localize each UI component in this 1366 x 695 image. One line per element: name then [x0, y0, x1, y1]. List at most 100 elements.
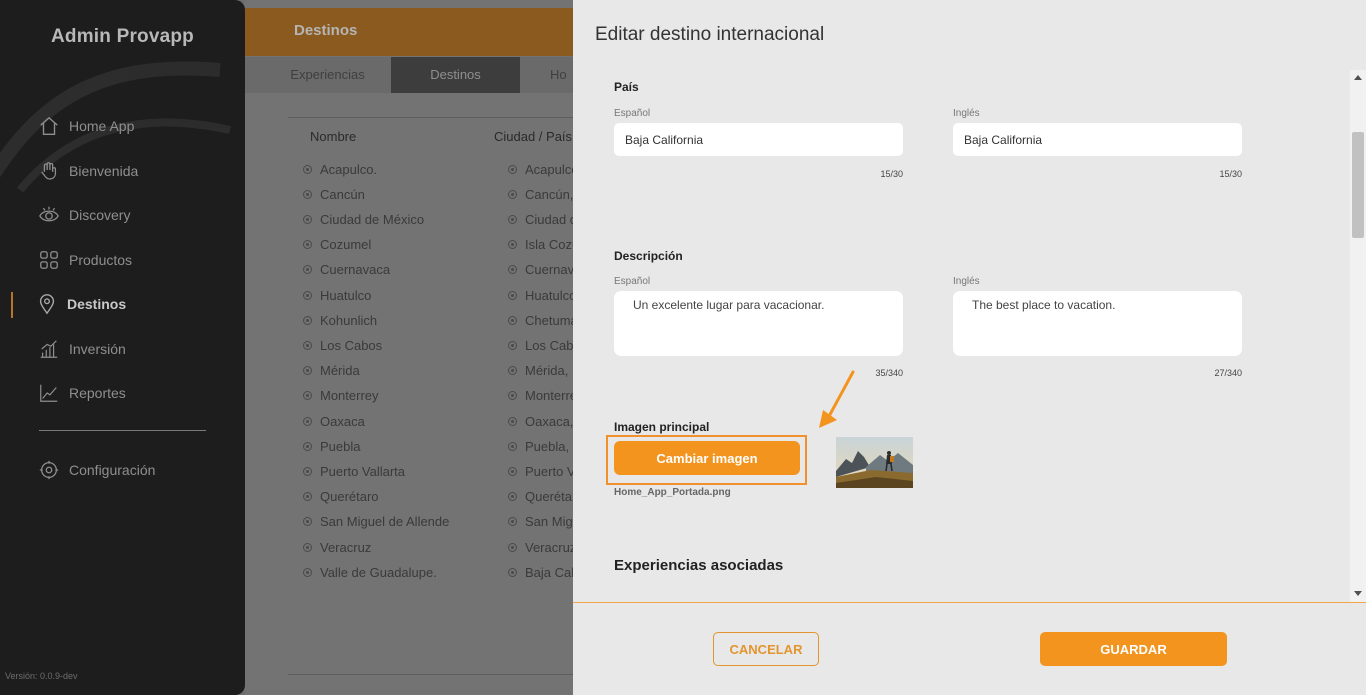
- radio-icon[interactable]: [303, 164, 312, 174]
- image-thumbnail: [836, 437, 913, 488]
- radio-icon[interactable]: [303, 214, 312, 224]
- sidebar-item-label: Inversión: [69, 341, 126, 357]
- table-cell-text: Mérida: [320, 363, 360, 379]
- home-icon: [40, 116, 58, 135]
- scroll-up-icon[interactable]: [1354, 75, 1362, 80]
- location-pin-icon: [39, 294, 55, 315]
- sidebar-item-reportes[interactable]: Reportes: [38, 380, 126, 406]
- page-title: Destinos: [294, 22, 358, 39]
- scroll-down-icon[interactable]: [1354, 591, 1362, 596]
- table-cell-text: Puerto V: [525, 463, 576, 479]
- radio-icon[interactable]: [303, 189, 312, 199]
- table-row-name: Huatulco: [303, 287, 371, 303]
- radio-icon[interactable]: [303, 441, 312, 451]
- table-cell-text: San Mig: [525, 514, 573, 530]
- sidebar-item-label: Bienvenida: [69, 163, 139, 179]
- edit-destination-modal: Editar destino internacional País Españo…: [573, 0, 1366, 695]
- scrollbar-thumb[interactable]: [1352, 132, 1364, 238]
- change-image-button[interactable]: Cambiar imagen: [614, 441, 800, 475]
- version-label: Versión: 0.0.9-dev: [5, 671, 78, 681]
- tab-experiencias[interactable]: Experiencias: [270, 57, 385, 93]
- table-row-name: Valle de Guadalupe.: [303, 564, 437, 580]
- radio-icon[interactable]: [508, 542, 517, 552]
- radio-icon[interactable]: [303, 542, 312, 552]
- wave-hand-icon: [41, 162, 57, 180]
- sidebar-item-productos[interactable]: Productos: [38, 247, 132, 273]
- table-row-name: Acapulco.: [303, 161, 377, 177]
- radio-icon[interactable]: [303, 391, 312, 401]
- radio-icon[interactable]: [508, 441, 517, 451]
- radio-icon[interactable]: [508, 466, 517, 476]
- sidebar-item-bienvenida[interactable]: Bienvenida: [38, 158, 138, 184]
- radio-icon[interactable]: [303, 466, 312, 476]
- table-row-city: Huatulco: [508, 287, 576, 303]
- sidebar-item-configuracion[interactable]: Configuración: [38, 457, 155, 483]
- table-row-city: Monterre: [508, 388, 577, 404]
- radio-icon[interactable]: [508, 340, 517, 350]
- section-title-descripcion: Descripción: [614, 249, 683, 263]
- app-title: Admin Provapp: [50, 26, 194, 47]
- sidebar-item-label: Home App: [69, 118, 135, 134]
- radio-icon[interactable]: [508, 567, 517, 577]
- footer-divider: [573, 602, 1366, 603]
- radio-icon[interactable]: [508, 492, 517, 502]
- radio-icon[interactable]: [508, 391, 517, 401]
- table-row-city: San Mig: [508, 514, 573, 530]
- radio-icon[interactable]: [303, 265, 312, 275]
- save-button[interactable]: GUARDAR: [1040, 632, 1227, 666]
- radio-icon[interactable]: [508, 290, 517, 300]
- modal-body: País Español Inglés Baja California Baja…: [573, 70, 1350, 602]
- radio-icon[interactable]: [303, 340, 312, 350]
- table-row-name: Mérida: [303, 363, 360, 379]
- descripcion-es-textarea[interactable]: Un excelente lugar para vacacionar.: [614, 291, 903, 356]
- tab-destinos[interactable]: Destinos: [391, 57, 520, 93]
- radio-icon[interactable]: [303, 567, 312, 577]
- table-cell-text: Veracruz: [320, 539, 372, 555]
- sidebar-item-label: Destinos: [67, 296, 127, 312]
- table-cell-text: Isla Cozu: [525, 237, 580, 253]
- pais-es-input[interactable]: Baja California: [614, 123, 903, 156]
- tab-bar: Experiencias Destinos Ho: [245, 57, 585, 93]
- radio-icon[interactable]: [508, 366, 517, 376]
- table-row-city: Acapulco: [508, 161, 578, 177]
- sidebar-item-destinos[interactable]: Destinos: [36, 291, 126, 317]
- radio-icon[interactable]: [303, 416, 312, 426]
- modal-title: Editar destino internacional: [595, 24, 825, 45]
- table-row-name: Kohunlich: [303, 312, 377, 328]
- sidebar-item-inversion[interactable]: Inversión: [38, 336, 126, 362]
- table-row-city: Ciudad d: [508, 211, 577, 227]
- radio-icon[interactable]: [508, 315, 517, 325]
- radio-icon[interactable]: [303, 290, 312, 300]
- sidebar-item-discovery[interactable]: Discovery: [38, 202, 130, 228]
- descripcion-es-label: Español: [614, 276, 651, 287]
- cancel-button[interactable]: CANCELAR: [713, 632, 819, 666]
- table-row-name: Cancún: [303, 186, 365, 202]
- radio-icon[interactable]: [303, 492, 312, 502]
- annotation-arrow-icon: [819, 370, 855, 428]
- table-row-city: Cancún,: [508, 186, 573, 202]
- radio-icon[interactable]: [303, 315, 312, 325]
- radio-icon[interactable]: [508, 416, 517, 426]
- sidebar-item-home-app[interactable]: Home App: [38, 113, 134, 139]
- radio-icon[interactable]: [508, 164, 517, 174]
- table-cell-text: Monterre: [525, 388, 578, 404]
- radio-icon[interactable]: [508, 517, 517, 527]
- radio-icon[interactable]: [508, 265, 517, 275]
- descripcion-en-textarea[interactable]: The best place to vacation.: [953, 291, 1242, 356]
- pais-en-input[interactable]: Baja California: [953, 123, 1242, 156]
- radio-icon[interactable]: [303, 240, 312, 250]
- table-row-city: Querétar: [508, 489, 576, 505]
- radio-icon[interactable]: [303, 517, 312, 527]
- radio-icon[interactable]: [508, 214, 517, 224]
- modal-scrollbar[interactable]: [1350, 70, 1366, 602]
- table-cell-text: Cancún,: [525, 186, 574, 202]
- image-file-name: Home_App_Portada.png: [614, 487, 731, 498]
- table-cell-text: Mérida,: [525, 363, 569, 379]
- radio-icon[interactable]: [508, 240, 517, 250]
- radio-icon[interactable]: [303, 366, 312, 376]
- active-item-marker: [11, 292, 13, 318]
- table-row-name: Querétaro: [303, 489, 379, 505]
- table-cell-text: Los Cab: [525, 337, 574, 353]
- line-chart-icon: [40, 384, 58, 402]
- radio-icon[interactable]: [508, 189, 517, 199]
